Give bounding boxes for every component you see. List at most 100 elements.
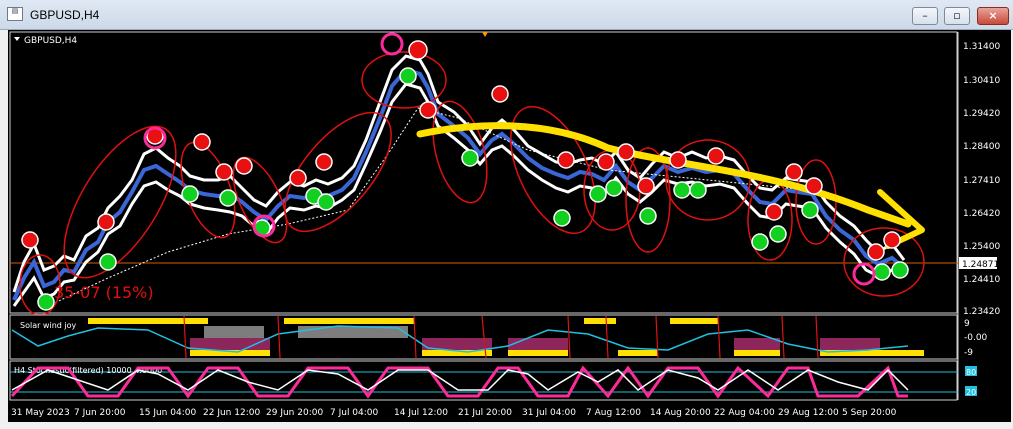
sell-signal-icon: [557, 151, 575, 169]
sell-signal-icon: [617, 143, 635, 161]
current-price-value: 1.24871: [962, 260, 999, 270]
price-tick: 1.25400: [963, 242, 1000, 252]
indicator1-level: -9: [964, 348, 973, 358]
histogram-bar: [508, 350, 568, 356]
date-tick: 31 Jul 04:00: [522, 408, 576, 418]
price-tick: 1.24410: [963, 275, 1000, 285]
date-tick: 29 Aug 12:00: [778, 408, 839, 418]
date-tick: 21 Jul 20:00: [458, 408, 512, 418]
chart-window[interactable]: GBPUSD,H4 1.24871 1.31400 1.30410 1.2942…: [8, 30, 1011, 422]
collapse-marker-icon[interactable]: [14, 37, 20, 41]
date-tick: 7 Aug 12:00: [586, 408, 641, 418]
sell-signal-icon: [867, 243, 885, 261]
sell-signal-icon: [785, 163, 803, 181]
marker-line: [781, 315, 785, 359]
close-button[interactable]: ×: [977, 7, 1009, 25]
annotation-circle: [510, 105, 596, 235]
chart-canvas[interactable]: GBPUSD,H4 1.24871 1.31400 1.30410 1.2942…: [8, 30, 1011, 422]
marker-line: [717, 315, 721, 359]
chart-icon: ▤: [7, 7, 23, 21]
annotation-circle: [284, 111, 392, 233]
buy-signal-icon: [37, 293, 55, 311]
buy-signal-icon: [751, 233, 769, 251]
sell-signal-icon: [707, 147, 725, 165]
buy-signal-icon: [399, 67, 417, 85]
marker-line: [413, 315, 417, 359]
sell-signal-icon: [637, 177, 655, 195]
histogram-bar: [734, 338, 780, 350]
histogram-bar: [820, 338, 880, 350]
date-tick: 15 Jun 04:00: [139, 408, 196, 418]
histogram-bar: [508, 338, 568, 350]
sell-signal-icon: [491, 85, 509, 103]
shift-marker-icon[interactable]: [482, 32, 488, 37]
price-axis: 1.31400 1.30410 1.29420 1.28400 1.27410 …: [963, 42, 1000, 317]
annotation-circle: [625, 147, 671, 253]
sell-signal-icon: [419, 101, 437, 119]
date-tick: 14 Jul 12:00: [394, 408, 448, 418]
indicator1-marker-lines: [183, 315, 819, 359]
date-tick: 5 Sep 20:00: [842, 408, 897, 418]
buy-signal-icon: [99, 253, 117, 271]
minimize-button[interactable]: –: [912, 7, 938, 25]
buy-signal-icon: [689, 181, 707, 199]
buy-signal-icon: [891, 261, 909, 279]
buy-signal-icon: [639, 207, 657, 225]
sell-signal-icon: [765, 203, 783, 221]
histogram-bar: [670, 318, 718, 324]
date-tick: 14 Aug 20:00: [650, 408, 711, 418]
marker-line: [815, 315, 819, 359]
buy-signal-icon: [801, 201, 819, 219]
sell-signal-icon: [883, 231, 901, 249]
indicator2-level: 20: [966, 388, 976, 397]
upper-envelope-line: [12, 54, 906, 293]
histogram-bar: [190, 338, 270, 350]
indicator1-label: Solar wind joy: [20, 321, 77, 330]
buy-signal-icon: [181, 185, 199, 203]
price-tick: 1.30410: [963, 76, 1000, 86]
histogram-bar: [618, 350, 658, 356]
histogram-bar: [88, 318, 208, 324]
buy-signal-icon: [461, 149, 479, 167]
price-tick: 1.23420: [963, 307, 1000, 317]
annotation-circle: [180, 141, 236, 239]
symbol-label: GBPUSD,H4: [24, 36, 77, 46]
sell-signal-icon: [215, 163, 233, 181]
price-tick: 1.28400: [963, 142, 1000, 152]
date-tick: 22 Aug 04:00: [714, 408, 775, 418]
price-tick: 1.27410: [963, 176, 1000, 186]
buy-signal-icon: [673, 181, 691, 199]
date-axis: 31 May 2023 7 Jun 20:00 15 Jun 04:00 22 …: [11, 408, 897, 418]
buy-signal-icon: [317, 193, 335, 211]
sell-signal-icon: [669, 151, 687, 169]
pink-signal-icon: [380, 32, 404, 56]
restore-button[interactable]: ▫: [944, 7, 970, 25]
sell-signal-icon: [805, 177, 823, 195]
indicator2-level: 80: [966, 368, 976, 377]
sell-signal-icon: [408, 40, 428, 60]
sell-signal-icon: [289, 169, 307, 187]
buy-signal-icon: [605, 179, 623, 197]
sell-signal-icon: [21, 231, 39, 249]
window-title: GBPUSD,H4: [30, 8, 100, 22]
buy-signal-icon: [873, 263, 891, 281]
buy-signal-icon: [769, 225, 787, 243]
sell-signal-icon: [315, 153, 333, 171]
date-tick: 7 Jul 04:00: [330, 408, 379, 418]
window-titlebar: ▤ GBPUSD,H4 – ▫ ×: [0, 0, 1013, 30]
main-pane-border: [9, 31, 958, 314]
indicator1-level: -0.00: [964, 333, 988, 343]
price-tick: 1.31400: [963, 42, 1000, 52]
sell-signal-icon: [97, 213, 115, 231]
indicator1-level: 9: [964, 319, 970, 329]
sell-signal-icon: [235, 157, 253, 175]
buy-signal-icon: [219, 189, 237, 207]
annotation-circle: [63, 125, 177, 279]
price-tick: 1.29420: [963, 109, 1000, 119]
date-tick: 29 Jun 20:00: [266, 408, 323, 418]
date-tick: 31 May 2023: [11, 408, 70, 418]
sell-signal-icon: [597, 153, 615, 171]
buy-signal-icon: [589, 185, 607, 203]
histogram-bar: [734, 350, 780, 356]
histogram-bar: [204, 326, 264, 338]
